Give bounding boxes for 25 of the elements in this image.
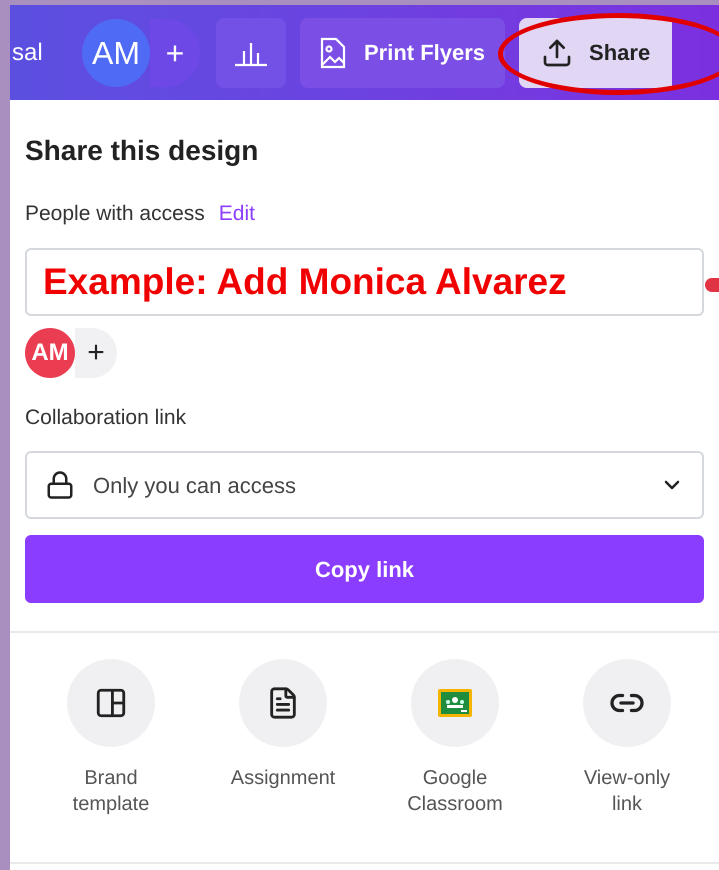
edit-link[interactable]: Edit	[218, 198, 255, 230]
lock-icon	[45, 470, 75, 500]
share-option[interactable]: Brand template	[25, 659, 197, 817]
avatar[interactable]: AM	[25, 328, 75, 378]
avatar[interactable]: AM	[82, 18, 150, 86]
add-person-button[interactable]: +	[75, 328, 117, 378]
share-option[interactable]: Google Classroom	[369, 659, 541, 817]
copy-link-button[interactable]: Copy link	[25, 535, 704, 603]
access-dropdown[interactable]: Only you can access	[25, 451, 704, 519]
share-option[interactable]: View-only link	[541, 659, 713, 817]
collaboration-label: Collaboration link	[25, 404, 188, 430]
print-flyers-button[interactable]: Print Flyers	[300, 18, 506, 88]
cut-label: sal	[12, 38, 44, 68]
chart-button[interactable]	[216, 18, 286, 88]
people-label: People with access	[25, 201, 205, 227]
share-button[interactable]: Share	[519, 18, 672, 88]
image-file-icon	[320, 36, 346, 68]
share-icon	[541, 36, 574, 68]
layout-icon	[94, 686, 128, 720]
people-input-field[interactable]: Example: Add Monica Alvarez	[25, 248, 704, 316]
share-option[interactable]: Assignment	[197, 659, 369, 817]
add-collaborator-button[interactable]: +	[150, 18, 200, 86]
annotation-text: Example: Add Monica Alvarez	[43, 260, 567, 304]
panel-title: Share this design	[25, 134, 260, 168]
classroom-icon	[437, 688, 473, 718]
